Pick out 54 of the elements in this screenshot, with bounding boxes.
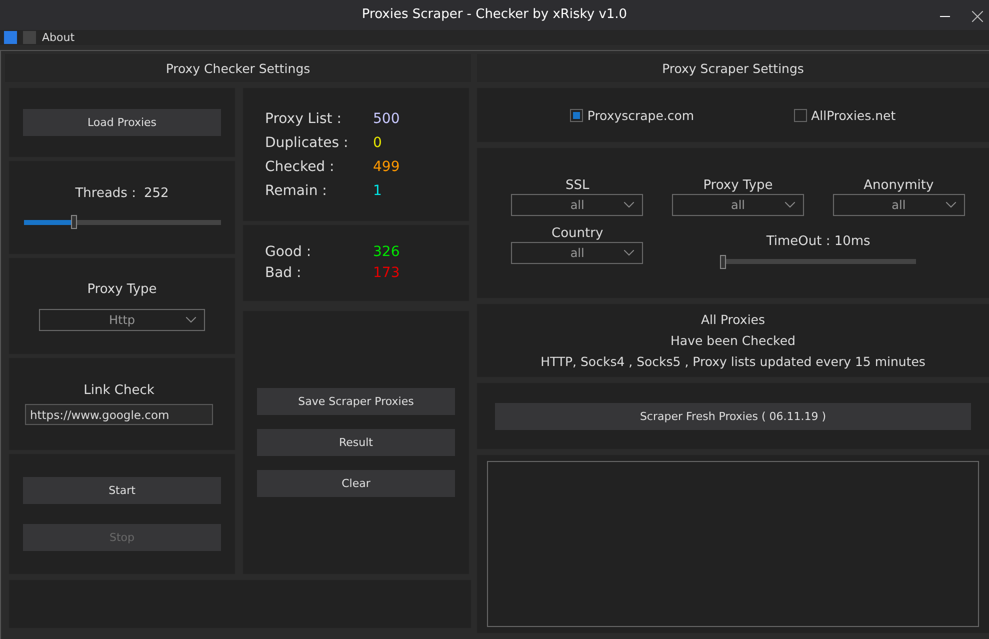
filter-dropdown[interactable]: all [672,194,804,216]
info-text: HTTP, Socks4 , Socks5 , Proxy lists updated every 15 minutes [540,353,926,371]
result-value: 326 [373,243,401,262]
filter-label: Anonymity [864,178,934,192]
stat-label: Proxy List : [265,110,342,128]
panel-header: Proxy Checker Settings [5,54,471,82]
load-proxies-button[interactable]: Load Proxies [23,109,221,136]
filter-dropdown[interactable]: all [511,194,644,216]
scrape-button[interactable]: Scraper Fresh Proxies ( 06.11.19 ) [495,402,971,430]
caret-icon [784,202,795,208]
info-text: Have been Checked [670,332,796,350]
threads-value: 252 [144,186,169,201]
link-check-label: Link Check [82,383,156,398]
threads-label: Threads : [75,186,136,201]
minimize-icon[interactable] [940,16,950,18]
stat-value: 0 [373,134,383,152]
caret-icon [624,250,634,256]
action-button[interactable]: Result [257,429,455,456]
proxy-type-dropdown[interactable]: Http [39,308,205,330]
window-title: Proxies Scraper - Checker by xRisky v1.0 [362,7,628,22]
menu-item[interactable]: About [42,30,75,44]
stat-label: Duplicates : [265,134,350,152]
caret-icon [186,316,196,322]
filter-dropdown[interactable]: all [832,194,965,216]
source-label: Proxyscrape.com [587,108,694,122]
stat-value: 499 [373,158,401,176]
filter-label: Proxy Type [703,178,773,192]
stat-value: 1 [373,182,383,200]
filter-dropdown[interactable]: all [511,242,644,264]
result-label: Good : [265,243,312,262]
app-icon [4,30,17,44]
threads-slider[interactable] [24,215,220,229]
filter-label: Country [552,226,604,240]
close-icon[interactable] [972,11,983,22]
panel-header: Proxy Scraper Settings [477,54,989,82]
caret-icon [946,202,956,208]
action-button[interactable]: Clear [257,470,455,497]
caret-icon [624,202,634,208]
source-label: AllProxies.net [811,108,896,122]
link-check-field[interactable]: https://www.google.com [25,404,213,425]
result-value: 173 [373,264,401,283]
stat-label: Remain : [265,182,328,200]
stat-label: Checked : [265,158,336,176]
timeout-label: TimeOut : 10ms [766,234,870,248]
info-text: All Proxies [701,311,765,329]
action-button[interactable]: Save Scraper Proxies [257,388,455,415]
source-checkbox[interactable] [570,108,584,122]
timeout-slider[interactable] [720,254,916,268]
proxy-type-label: Proxy Type [87,282,157,296]
filter-label: SSL [565,178,590,192]
stat-value: 500 [373,110,401,128]
start-button[interactable]: Start [23,477,221,504]
result-label: Bad : [265,264,302,283]
source-checkbox[interactable] [794,108,808,122]
